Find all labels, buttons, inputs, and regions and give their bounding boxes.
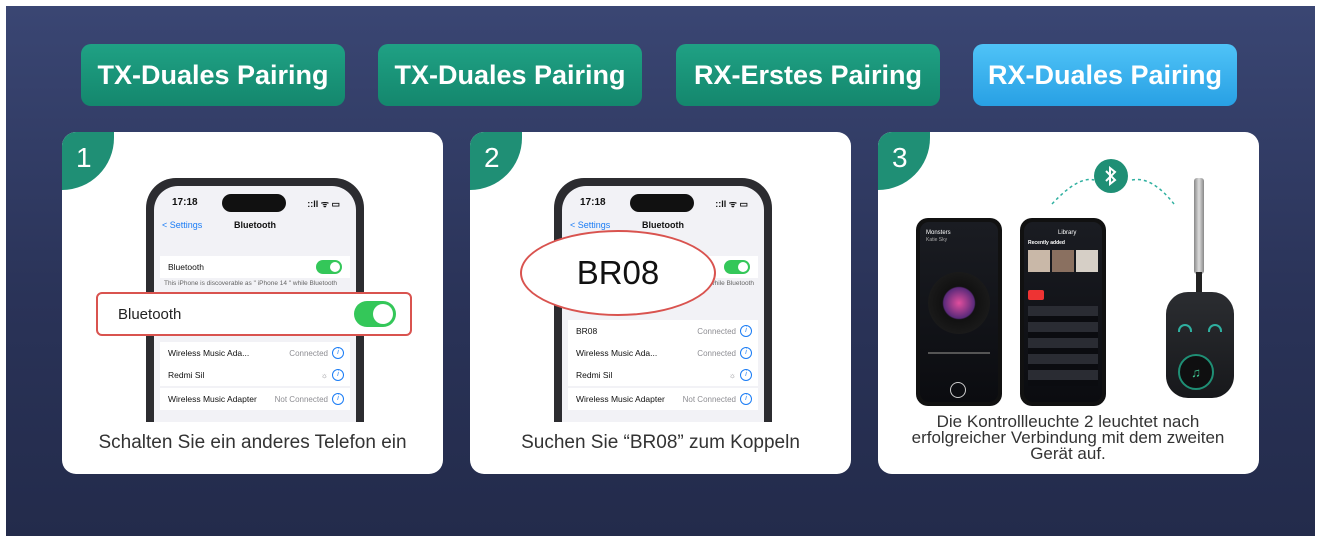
tab-rx-dual-pairing[interactable]: RX-Duales Pairing: [973, 44, 1237, 106]
device-name: BR08: [576, 326, 598, 336]
callout-label: Bluetooth: [118, 305, 182, 323]
step-card-3: 3 Monsters Katie Sky Library Recently ad…: [878, 132, 1259, 474]
settings-back-link[interactable]: < Settings: [570, 220, 610, 230]
filter-chip[interactable]: [1028, 290, 1044, 300]
loading-spinner-icon: ☼: [728, 370, 736, 380]
bluetooth-toggle-large[interactable]: [354, 301, 396, 327]
bluetooth-row-label: Bluetooth: [168, 262, 204, 272]
device-row[interactable]: Wireless Music Adapter Not Connected i: [160, 388, 350, 410]
device-name: Wireless Music Ada...: [168, 348, 250, 358]
bluetooth-row: Bluetooth: [160, 256, 350, 278]
info-icon[interactable]: i: [740, 393, 752, 405]
device-row[interactable]: Wireless Music Ada... Connected i: [160, 342, 350, 364]
tab-label: RX-Erstes Pairing: [693, 59, 923, 90]
music-library-screen: Library Recently added: [1024, 222, 1102, 402]
status-icons: ::ll ᯤ ▭: [715, 199, 748, 209]
music-library-phone: Library Recently added: [1020, 218, 1106, 406]
dynamic-island: [222, 194, 286, 212]
info-icon[interactable]: i: [740, 347, 752, 359]
banner: TX-Duales Pairing TX-Duales Pairing RX-E…: [6, 6, 1315, 536]
step-number-badge: 2: [470, 132, 522, 190]
device-name: Wireless Music Adapter: [168, 394, 257, 404]
indicator-led-1: [1178, 324, 1192, 332]
screen-title: Bluetooth: [234, 220, 276, 230]
callout-label: BR08: [576, 254, 660, 291]
status-icons: ::ll ᯤ ▭: [307, 199, 340, 209]
status-time: 17:18: [172, 197, 198, 208]
bluetooth-toggle[interactable]: [316, 260, 342, 274]
discoverable-note: This iPhone is discoverable as " iPhone …: [164, 280, 337, 287]
device-name: Wireless Music Ada...: [576, 348, 658, 358]
device-status: Not Connected: [274, 394, 328, 404]
tab-label: TX-Duales Pairing: [394, 59, 626, 90]
info-icon[interactable]: i: [332, 369, 344, 381]
step-caption: Suchen Sie “BR08” zum Koppeln: [521, 432, 800, 453]
step-caption: Schalten Sie ein anderes Telefon ein: [98, 432, 407, 453]
tab-tx-dual-pairing-1[interactable]: TX-Duales Pairing: [81, 44, 345, 106]
info-icon[interactable]: i: [332, 393, 344, 405]
info-icon[interactable]: i: [332, 347, 344, 359]
device-name: Redmi Sil: [576, 370, 613, 380]
step-number-badge: 3: [878, 132, 930, 190]
tab-label: RX-Duales Pairing: [987, 59, 1223, 90]
device-status: Connected: [697, 348, 736, 358]
loading-spinner-icon: ☼: [320, 370, 328, 380]
step-number-badge: 1: [62, 132, 114, 190]
device-status: Connected: [289, 348, 328, 358]
bluetooth-callout: Bluetooth: [96, 292, 412, 336]
aux-plug: [1194, 178, 1204, 274]
album-thumb[interactable]: [1052, 250, 1074, 272]
pause-button[interactable]: [950, 382, 966, 398]
library-section: Recently added: [1028, 240, 1065, 246]
album-disc: [928, 272, 990, 334]
progress-bar[interactable]: [928, 352, 990, 354]
device-row[interactable]: Wireless Music Adapter Not Connected i: [568, 388, 758, 410]
step-caption: Die Kontrollleuchte 2 leuchtet nach erfo…: [911, 412, 1225, 463]
device-row[interactable]: Redmi Sil ☼ i: [568, 364, 758, 386]
device-status: Connected: [697, 326, 736, 336]
music-player-screen: Monsters Katie Sky: [920, 222, 998, 402]
info-icon[interactable]: i: [740, 325, 752, 337]
music-player-phone: Monsters Katie Sky: [916, 218, 1002, 406]
album-thumb[interactable]: [1028, 250, 1050, 272]
br08-callout: BR08: [520, 230, 716, 316]
screen-title: Bluetooth: [642, 220, 684, 230]
dynamic-island: [630, 194, 694, 212]
bluetooth-icon: [1094, 159, 1128, 193]
song-artist: Katie Sky: [926, 237, 948, 243]
device-row[interactable]: Redmi Sil ☼ i: [160, 364, 350, 386]
adapter-cable: [1196, 272, 1202, 294]
indicator-led-2: [1208, 324, 1222, 332]
settings-back-link[interactable]: < Settings: [162, 220, 202, 230]
tab-rx-first-pairing[interactable]: RX-Erstes Pairing: [676, 44, 940, 106]
step-card-1: 1 17:18 ::ll ᯤ ▭ < Settings Bluetooth Bl…: [62, 132, 443, 474]
tab-label: TX-Duales Pairing: [97, 59, 329, 90]
library-title: Library: [1058, 230, 1077, 236]
bluetooth-toggle[interactable]: [724, 260, 750, 274]
device-name: Redmi Sil: [168, 370, 205, 380]
album-thumb[interactable]: [1076, 250, 1098, 272]
info-icon[interactable]: i: [740, 369, 752, 381]
bluetooth-adapter: ♫: [1166, 292, 1234, 398]
track-list[interactable]: [1028, 306, 1098, 386]
device-row[interactable]: Wireless Music Ada... Connected i: [568, 342, 758, 364]
music-icon[interactable]: ♫: [1178, 354, 1214, 390]
tab-tx-dual-pairing-2[interactable]: TX-Duales Pairing: [378, 44, 642, 106]
step-card-2: 2 17:18 ::ll ᯤ ▭ < Settings Bluetooth wh…: [470, 132, 851, 474]
device-name: Wireless Music Adapter: [576, 394, 665, 404]
device-status: Not Connected: [682, 394, 736, 404]
status-time: 17:18: [580, 197, 606, 208]
song-title: Monsters: [926, 230, 951, 236]
device-row[interactable]: BR08 Connected i: [568, 320, 758, 342]
